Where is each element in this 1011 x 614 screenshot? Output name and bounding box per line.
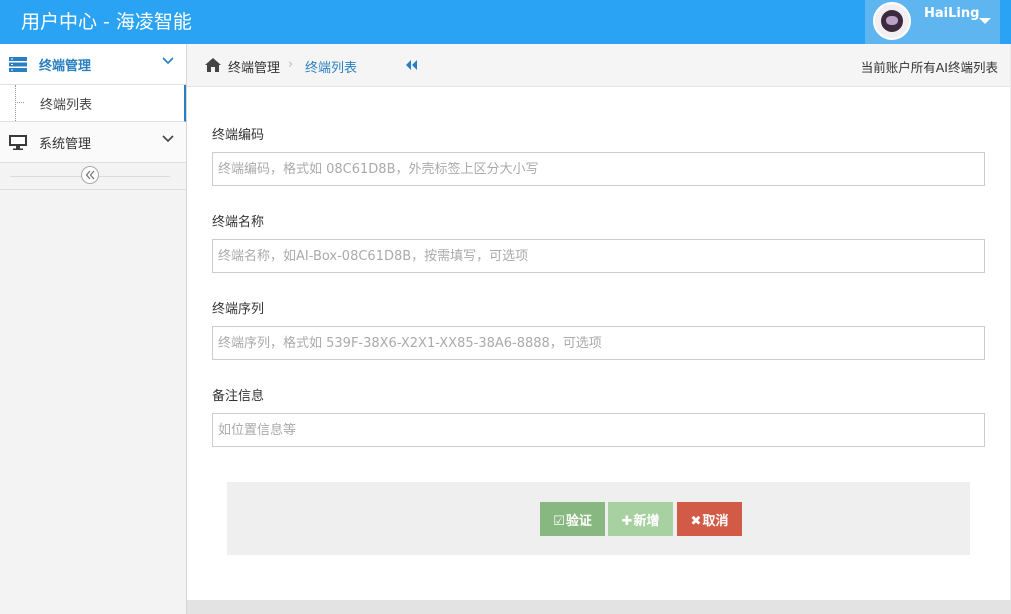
sidebar: 终端管理 终端列表 系统管理 <box>0 44 187 614</box>
breadcrumb-separator: › <box>288 57 294 72</box>
verify-button[interactable]: ☑验证 <box>540 502 605 536</box>
cancel-button[interactable]: ✖取消 <box>677 502 742 536</box>
terminal-name-label: 终端名称 <box>212 215 265 230</box>
top-bar: 用户中心 - 海凌智能 HaiLing <box>0 0 1011 44</box>
breadcrumb-item-terminal-management[interactable]: 终端管理 <box>228 57 280 76</box>
footer-strip <box>187 600 1011 614</box>
verify-button-label: 验证 <box>565 513 592 529</box>
form-actions: ☑验证 ✚新增 ✖取消 <box>227 482 970 555</box>
chevron-down-icon <box>162 135 174 143</box>
breadcrumb-info: 当前账户所有AI终端列表 <box>860 60 998 75</box>
avatar[interactable] <box>873 2 911 40</box>
breadcrumb-item-terminal-list[interactable]: 终端列表 <box>305 57 357 76</box>
sidebar-group-label: 终端管理 <box>39 59 92 74</box>
terminal-name-input[interactable] <box>212 239 985 273</box>
double-arrow-left-icon[interactable] <box>405 59 419 71</box>
close-icon: ✖ <box>690 513 702 529</box>
sidebar-collapse-row <box>0 163 186 190</box>
remark-label: 备注信息 <box>212 389 265 404</box>
double-chevron-left-icon <box>85 170 95 180</box>
terminal-serial-label: 终端序列 <box>212 302 265 317</box>
plus-icon: ✚ <box>621 513 633 529</box>
app-title: 用户中心 - 海凌智能 <box>21 11 192 33</box>
terminal-code-label: 终端编码 <box>212 128 265 143</box>
breadcrumb: 终端管理 › 终端列表 当前账户所有AI终端列表 <box>187 44 1010 87</box>
monitor-icon <box>9 135 27 150</box>
user-name[interactable]: HaiLing <box>924 6 979 21</box>
terminal-serial-input[interactable] <box>212 326 985 360</box>
sidebar-item-label: 终端列表 <box>40 98 93 113</box>
server-icon <box>9 57 27 72</box>
check-square-icon: ☑ <box>553 513 565 529</box>
sidebar-group-system-management[interactable]: 系统管理 <box>0 122 186 163</box>
caret-down-icon[interactable] <box>979 18 991 24</box>
cancel-button-label: 取消 <box>702 513 729 529</box>
terminal-code-input[interactable] <box>212 152 985 186</box>
sidebar-collapse-button[interactable] <box>81 166 99 184</box>
sidebar-group-terminal-management[interactable]: 终端管理 <box>0 44 186 85</box>
user-menu[interactable]: HaiLing <box>865 0 1000 44</box>
main-content: 终端管理 › 终端列表 当前账户所有AI终端列表 终端编码 终端名称 终端序列 … <box>187 44 1010 600</box>
add-button[interactable]: ✚新增 <box>608 502 673 536</box>
remark-input[interactable] <box>212 413 985 447</box>
home-icon[interactable] <box>204 57 222 73</box>
sidebar-item-terminal-list[interactable]: 终端列表 <box>0 85 186 122</box>
sidebar-group-label: 系统管理 <box>39 137 92 152</box>
add-button-label: 新增 <box>633 513 660 529</box>
chevron-down-icon <box>162 57 174 65</box>
